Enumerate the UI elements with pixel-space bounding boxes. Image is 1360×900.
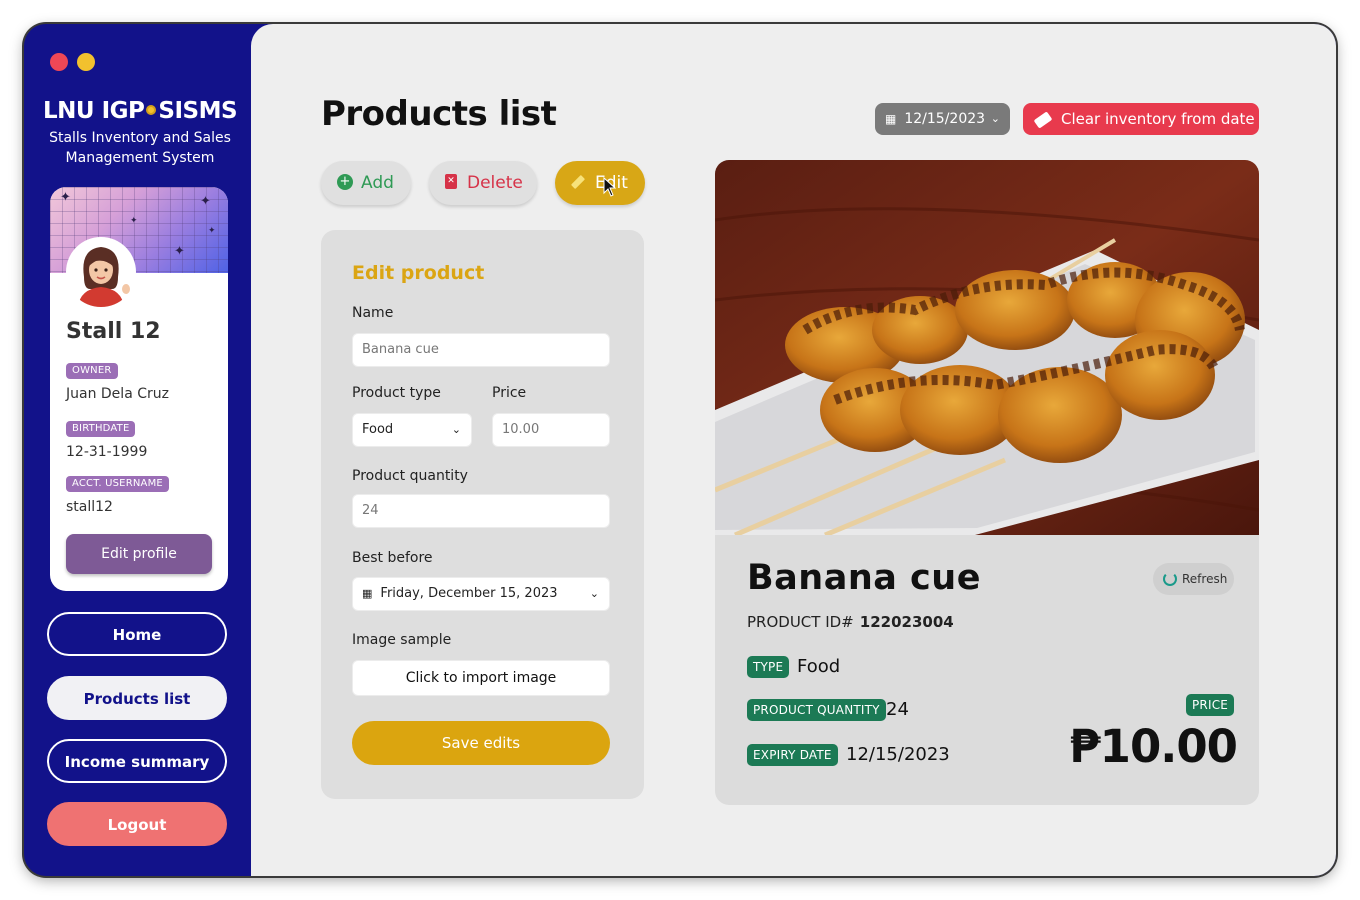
app-window: LNU IGP SISMS Stalls Inventory and Sales …	[24, 24, 1336, 876]
app-subtitle-line2: Management System	[65, 150, 215, 166]
delete-button[interactable]: ✕ Delete	[429, 161, 537, 205]
price-label: Price	[492, 385, 527, 401]
avatar-illustration-icon	[78, 247, 130, 307]
type-value: Food	[797, 656, 841, 677]
product-type-select[interactable]: Food ⌄	[352, 413, 472, 447]
logout-button[interactable]: Logout	[47, 802, 227, 846]
stall-name: Stall 12	[66, 319, 161, 344]
calendar-icon: ▦	[885, 112, 897, 126]
name-input[interactable]: Banana cue	[352, 333, 610, 367]
product-image	[715, 160, 1259, 535]
product-name: Banana cue	[747, 558, 981, 598]
add-button[interactable]: + Add	[321, 161, 411, 205]
trash-icon: ✕	[445, 174, 457, 189]
chevron-down-icon: ⌄	[451, 423, 461, 436]
price-value: ₱10.00	[1069, 720, 1238, 773]
mouse-cursor-icon	[603, 177, 617, 197]
sparkle-icon: ✦	[208, 226, 216, 236]
nav-home-button[interactable]: Home	[47, 612, 227, 656]
calendar-icon: ▦	[362, 587, 373, 600]
product-detail-card: Banana cue Refresh PRODUCT ID# 122023004 …	[715, 160, 1259, 805]
minimize-window-button[interactable]	[77, 53, 95, 71]
edit-product-form: Edit product Name Banana cue Product typ…	[321, 230, 644, 799]
nav-income-button[interactable]: Income summary	[47, 739, 227, 783]
sparkle-icon: ✦	[60, 190, 71, 205]
sparkle-icon: ✦	[174, 244, 185, 259]
username-tag: ACCT. USERNAME	[66, 476, 169, 492]
main-panel: Products list ▦ 12/15/2023 ⌄ Clear invent…	[251, 24, 1336, 876]
price-tag: PRICE	[1186, 694, 1235, 716]
refresh-label: Refresh	[1182, 572, 1228, 586]
expiry-tag: EXPIRY DATE	[747, 744, 838, 766]
profile-card: ✦ ✦ ✦ ✦ ✦ Stall 12 OWNER Juan Dela Cruz …	[50, 187, 228, 591]
birthdate-tag: BIRTHDATE	[66, 421, 136, 437]
add-label: Add	[361, 173, 394, 193]
best-before-date-picker[interactable]: ▦ Friday, December 15, 2023 ⌄	[352, 577, 610, 611]
quantity-value: 24	[886, 699, 909, 720]
chevron-down-icon: ⌄	[589, 587, 599, 600]
edit-profile-button[interactable]: Edit profile	[66, 534, 212, 574]
quantity-label: Product quantity	[352, 468, 468, 484]
plus-circle-icon: +	[337, 173, 353, 190]
page-title: Products list	[321, 94, 557, 134]
app-title: LNU IGP SISMS	[24, 98, 256, 124]
pencil-icon	[570, 174, 586, 189]
nav-products-button[interactable]: Products list	[47, 676, 227, 720]
product-id-value: 122023004	[859, 613, 954, 631]
clear-inventory-button[interactable]: Clear inventory from date	[1023, 103, 1259, 135]
expiry-value: 12/15/2023	[846, 744, 950, 765]
sparkle-icon: ✦	[200, 194, 211, 209]
product-type-value: Food	[362, 422, 394, 437]
delete-label: Delete	[467, 173, 523, 193]
import-image-button[interactable]: Click to import image	[352, 660, 610, 696]
birthdate-value: 12-31-1999	[66, 444, 148, 460]
chevron-down-icon: ⌄	[990, 112, 1000, 125]
quantity-input[interactable]: 24	[352, 494, 610, 528]
close-window-button[interactable]	[50, 53, 68, 71]
date-filter-select[interactable]: ▦ 12/15/2023 ⌄	[875, 103, 1010, 135]
app-title-main: LNU IGP	[42, 98, 145, 124]
name-label: Name	[352, 305, 394, 321]
quantity-tag: PRODUCT QUANTITY	[747, 699, 886, 721]
price-input[interactable]: 10.00	[492, 413, 610, 447]
app-subtitle: Stalls Inventory and Sales Management Sy…	[24, 128, 256, 168]
username-value: stall12	[66, 499, 113, 515]
sparkle-icon: ✦	[130, 216, 138, 226]
clear-inventory-label: Clear inventory from date	[1061, 110, 1255, 128]
refresh-icon	[1163, 571, 1177, 586]
app-subtitle-line1: Stalls Inventory and Sales	[49, 130, 231, 146]
form-title: Edit product	[352, 262, 485, 284]
save-edits-button[interactable]: Save edits	[352, 721, 610, 765]
edit-button[interactable]: Edit	[555, 161, 645, 205]
product-id: PRODUCT ID# 122023004	[747, 613, 954, 631]
type-tag: TYPE	[747, 656, 790, 678]
best-before-value: Friday, December 15, 2023	[380, 586, 558, 601]
product-id-label: PRODUCT ID#	[747, 613, 854, 631]
brand-dot-icon	[146, 104, 157, 115]
product-type-label: Product type	[352, 385, 441, 401]
avatar	[66, 237, 136, 307]
owner-name: Juan Dela Cruz	[66, 386, 169, 402]
eraser-icon	[1033, 110, 1053, 129]
image-sample-label: Image sample	[352, 632, 452, 648]
date-filter-value: 12/15/2023	[904, 111, 986, 127]
best-before-label: Best before	[352, 550, 433, 566]
owner-tag: OWNER	[66, 363, 118, 379]
refresh-button[interactable]: Refresh	[1153, 563, 1234, 595]
app-title-suffix: SISMS	[158, 98, 238, 124]
